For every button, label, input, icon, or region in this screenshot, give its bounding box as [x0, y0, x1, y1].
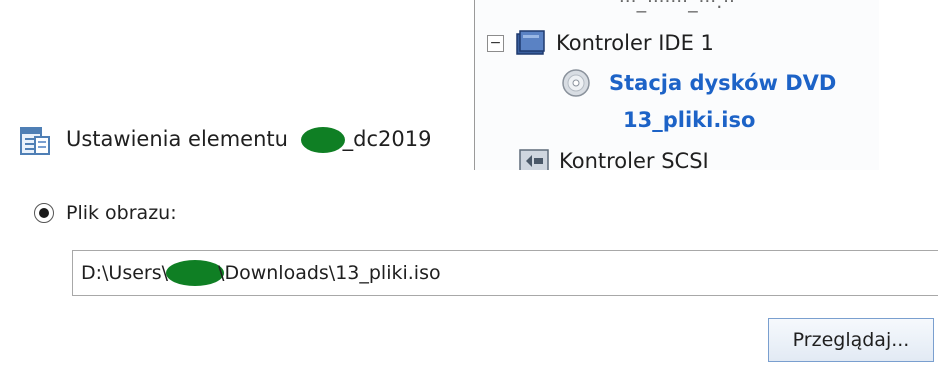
dvd-drive-label: Stacja dysków DVD	[609, 71, 837, 95]
image-file-label: Plik obrazu:	[66, 202, 177, 224]
image-file-option[interactable]: Plik obrazu:	[34, 202, 177, 224]
dvd-drive-icon	[562, 69, 590, 97]
tree-item-ide-controller[interactable]: − Kontroler IDE 1	[487, 30, 714, 56]
path-prefix: D:\Users\	[81, 262, 169, 284]
settings-document-icon	[20, 127, 50, 155]
tree-item-dvd-drive[interactable]: Stacja dysków DVD	[561, 68, 836, 98]
image-path-input[interactable]: D:\Users\ \Downloads\13_pliki.iso	[72, 250, 938, 296]
dvd-drive-file-row[interactable]: 13_pliki.iso	[623, 108, 755, 132]
settings-title-row: Ustawienia elementu _dc2019	[18, 120, 431, 160]
radio-selected-dot	[39, 208, 49, 218]
browse-button[interactable]: Przeglądaj...	[768, 318, 934, 362]
settings-title: Ustawienia elementu _dc2019	[66, 127, 432, 153]
cut-off-tree-item: ᐧᐧᐧ_ᐧᐧᐧᐧᐧᐧᐧ_ᐧᐧᐧ.ᐧᐧ	[619, 0, 735, 13]
ide-controller-icon	[516, 30, 545, 55]
redaction-mark	[300, 127, 345, 153]
hardware-tree-panel: ᐧᐧᐧ_ᐧᐧᐧᐧᐧᐧᐧ_ᐧᐧᐧ.ᐧᐧ − Kontroler IDE 1 Sta…	[474, 0, 879, 170]
scsi-controller-label: Kontroler SCSI	[559, 149, 709, 170]
dvd-drive-file-label: 13_pliki.iso	[623, 108, 756, 132]
ide-controller-label: Kontroler IDE 1	[556, 31, 714, 55]
tree-item-scsi-controller[interactable]: Kontroler SCSI	[519, 148, 709, 170]
scsi-controller-icon	[519, 149, 549, 170]
redaction-mark	[166, 260, 225, 286]
collapse-toggle[interactable]: −	[487, 34, 504, 52]
image-file-radio[interactable]	[34, 203, 54, 223]
path-suffix: \Downloads\13_pliki.iso	[218, 262, 441, 284]
